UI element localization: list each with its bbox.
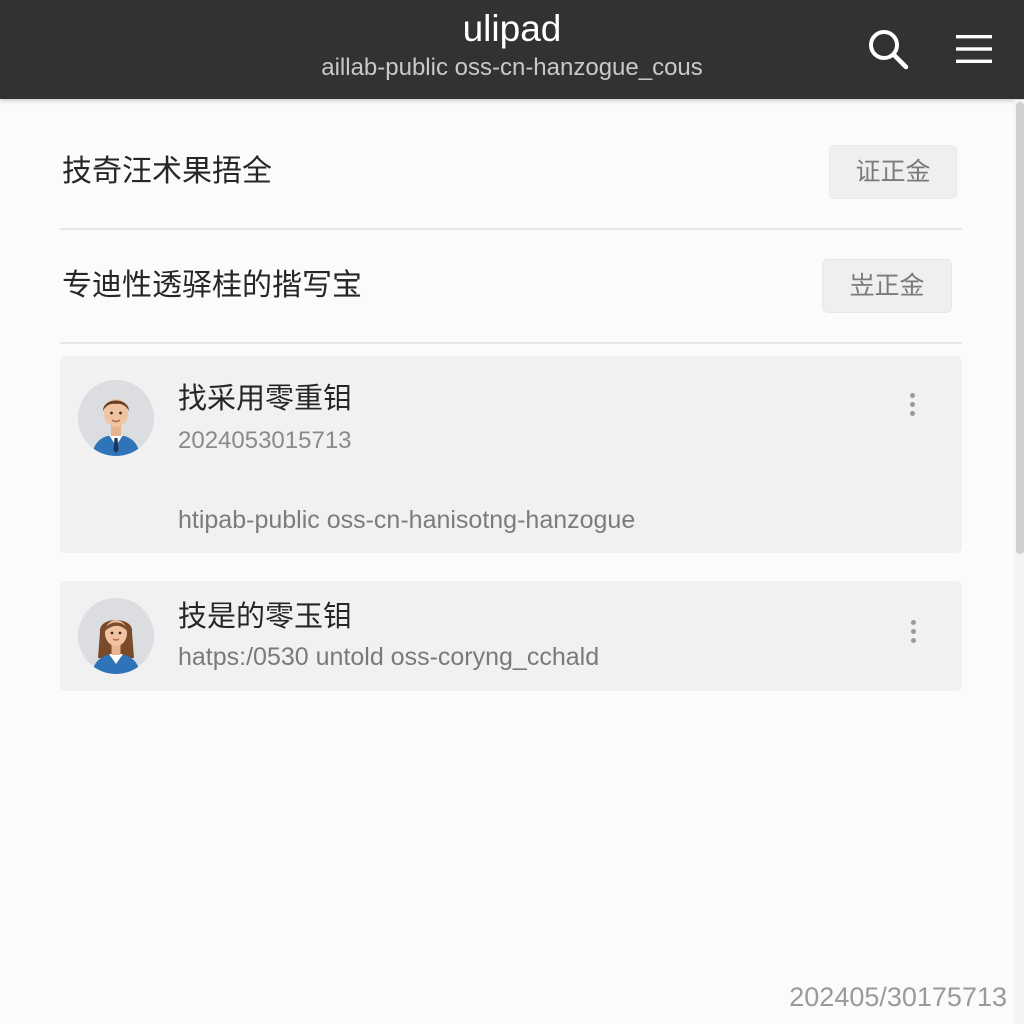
app-header: ulipad aillab-public oss-cn-hanzogue_cou… (0, 0, 1024, 99)
more-vertical-icon (910, 619, 916, 625)
male-avatar-icon (78, 380, 154, 456)
card-timestamp: 2024053015713 (178, 427, 352, 454)
more-options-button[interactable] (901, 611, 925, 651)
divider (60, 342, 962, 344)
more-options-button[interactable] (900, 384, 924, 424)
setting-action-button[interactable]: 岦正金 (822, 259, 952, 313)
search-icon (869, 30, 909, 70)
hamburger-menu-icon (956, 35, 992, 63)
list-item-card[interactable]: 找采用零重钼 2024053015713 htipab-public oss-c… (60, 356, 962, 553)
setting-action-button[interactable]: 证正金 (829, 145, 957, 199)
setting-row: 技奇汪术果捂全 证正金 (60, 116, 962, 230)
scrollbar-thumb[interactable] (1016, 102, 1024, 554)
setting-label: 技奇汪术果捂全 (62, 154, 272, 189)
setting-label: 专迪性透驿桂的揩写宝 (62, 268, 362, 303)
avatar (78, 380, 154, 456)
card-title: 找采用零重钼 (178, 381, 353, 415)
menu-button[interactable] (948, 23, 1000, 75)
search-button[interactable] (862, 23, 914, 75)
avatar (78, 598, 154, 674)
female-avatar-icon (78, 598, 154, 674)
setting-row: 专迪性透驿桂的揩写宝 岦正金 (60, 230, 962, 344)
card-url[interactable]: hatps:/0530 untold oss-coryng_cchald (178, 641, 599, 673)
list-item-card[interactable]: 技是的零玉钼 hatps:/0530 untold oss-coryng_cch… (60, 581, 962, 691)
card-url[interactable]: htipab-public oss-cn-hanisotng-hanzogue (178, 504, 635, 536)
footer-timestamp: 202405/30175713 (789, 982, 1007, 1012)
more-vertical-icon (909, 392, 915, 398)
app-screen: ulipad aillab-public oss-cn-hanzogue_cou… (0, 0, 1024, 1024)
card-title: 技是的零玉钼 (178, 599, 353, 633)
